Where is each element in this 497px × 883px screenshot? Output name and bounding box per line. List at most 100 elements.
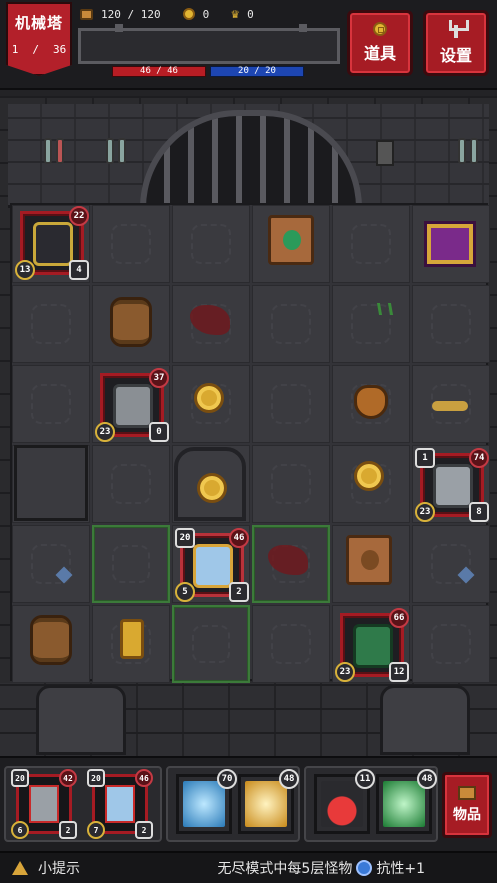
hp-badge: 20 bbox=[11, 769, 29, 787]
mp-bar: 20 / 20 bbox=[210, 66, 304, 77]
armor-badge: 4 bbox=[69, 260, 89, 280]
board-tile[interactable] bbox=[412, 605, 490, 683]
board-tile[interactable] bbox=[172, 205, 250, 283]
scroll-icon[interactable] bbox=[346, 535, 392, 585]
skill-badge: 11 bbox=[355, 769, 375, 789]
level-badge: 6 bbox=[11, 821, 29, 839]
stamina-value: 120 / 120 bbox=[101, 7, 161, 21]
board-tile[interactable] bbox=[252, 445, 330, 523]
barrel-icon[interactable] bbox=[110, 297, 152, 347]
boot-icon bbox=[80, 8, 93, 20]
coin-icon bbox=[373, 22, 387, 36]
barrel-icon[interactable] bbox=[30, 615, 72, 665]
party-member-gray-warrior[interactable]: 20 42 6 2 bbox=[11, 769, 77, 839]
blue-priestess-sprite bbox=[105, 785, 135, 823]
gold-coin-icon[interactable] bbox=[194, 383, 224, 413]
gold-stat: 0 bbox=[182, 7, 210, 21]
hp-badge: 20 bbox=[87, 769, 105, 787]
ice-lightning-skill[interactable]: 70 bbox=[176, 769, 237, 834]
attack-badge: 74 bbox=[469, 448, 489, 468]
board-tile[interactable] bbox=[332, 205, 410, 283]
top-hud: 机械塔 1 / 36 120 / 120 0 ♛ 0 46 / 46 20 / bbox=[0, 0, 497, 90]
coin-icon bbox=[182, 8, 195, 20]
board-tile[interactable] bbox=[92, 205, 170, 283]
pipe-icon bbox=[44, 138, 52, 164]
party-group: 20 42 6 2 20 46 7 2 bbox=[4, 766, 162, 842]
treasure-chest-icon[interactable] bbox=[424, 221, 476, 267]
tip-text: 无尽模式中每5层怪物 bbox=[217, 861, 353, 877]
green-orc-sprite bbox=[353, 624, 393, 668]
armored-robot-sprite bbox=[433, 464, 473, 508]
message-panel bbox=[78, 24, 340, 64]
board-tile-highlighted[interactable] bbox=[172, 605, 250, 683]
gold-coin-icon[interactable] bbox=[354, 461, 384, 491]
board-tile[interactable] bbox=[92, 445, 170, 523]
ghost-knight-sprite bbox=[33, 222, 73, 266]
board-tile[interactable] bbox=[412, 525, 490, 603]
hp-badge: 20 bbox=[175, 528, 195, 548]
ice-lightning-icon bbox=[183, 781, 225, 827]
items-button[interactable]: 道具 bbox=[347, 10, 413, 76]
pipe-icon bbox=[106, 138, 114, 164]
hero-girl-sprite bbox=[193, 544, 233, 588]
money-bag-icon[interactable] bbox=[354, 385, 388, 419]
resource-stats: 120 / 120 0 ♛ 0 bbox=[80, 6, 276, 22]
stone-pillar bbox=[36, 685, 126, 755]
tip-bar: 小提示 无尽模式中每5层怪物 抗性+1 bbox=[0, 851, 497, 883]
sprout-icon bbox=[376, 303, 394, 315]
shrine-altar[interactable] bbox=[174, 447, 246, 521]
attack-badge: 37 bbox=[149, 368, 169, 388]
resist-icon bbox=[356, 860, 373, 876]
green-vortex-icon bbox=[383, 781, 425, 827]
pipe-icon bbox=[458, 138, 466, 164]
floor-total: 36 bbox=[53, 43, 67, 56]
board-tile[interactable] bbox=[12, 525, 90, 603]
crown-stat: ♛ 0 bbox=[231, 7, 253, 22]
green-orc-enemy[interactable]: 66 23 12 bbox=[335, 608, 409, 682]
board-tile-highlighted[interactable] bbox=[92, 525, 170, 603]
armored-robot-enemy[interactable]: 1 74 23 8 bbox=[415, 448, 489, 522]
ghost-knight-enemy[interactable]: 22 13 4 bbox=[15, 206, 89, 280]
party-member-blue-priestess[interactable]: 20 46 7 2 bbox=[87, 769, 153, 839]
gold-ingot-icon[interactable] bbox=[120, 619, 144, 659]
board-tile[interactable] bbox=[12, 365, 90, 443]
holy-cross-skill[interactable]: 48 bbox=[238, 769, 299, 834]
red-potion-icon bbox=[321, 781, 363, 827]
attack-badge: 22 bbox=[69, 206, 89, 226]
gray-warrior-sprite bbox=[29, 785, 59, 823]
board-tile[interactable] bbox=[412, 285, 490, 363]
armor-badge: 8 bbox=[469, 502, 489, 522]
key-icon[interactable] bbox=[432, 401, 468, 411]
tower-banner: 机械塔 1 / 36 bbox=[6, 2, 72, 76]
skill-group-b: 11 48 bbox=[304, 766, 438, 842]
attack-badge: 46 bbox=[135, 769, 153, 787]
floor-indicator: 1 / 36 bbox=[12, 43, 67, 56]
settings-button[interactable]: 设置 bbox=[423, 10, 489, 76]
board-tile[interactable] bbox=[252, 365, 330, 443]
tip-label: 小提示 bbox=[38, 861, 80, 877]
skill-badge: 48 bbox=[417, 769, 437, 789]
attack-badge: 66 bbox=[389, 608, 409, 628]
board-tile[interactable] bbox=[332, 285, 410, 363]
goods-button[interactable]: 物品 bbox=[442, 772, 492, 838]
crown-value: 0 bbox=[247, 7, 254, 21]
scroll-icon[interactable] bbox=[268, 215, 314, 265]
portcullis-gate[interactable] bbox=[140, 110, 362, 208]
pipe-icon bbox=[56, 138, 64, 164]
green-vortex-skill[interactable]: 48 bbox=[376, 769, 437, 834]
control-panel-machine[interactable] bbox=[14, 445, 88, 521]
gray-robot-enemy[interactable]: 37 23 0 bbox=[95, 368, 169, 442]
stone-pillar bbox=[380, 685, 470, 755]
gold-value: 0 bbox=[202, 7, 210, 21]
red-potion-skill[interactable]: 11 bbox=[314, 769, 375, 834]
hero-girl-player[interactable]: 20 46 5 2 bbox=[175, 528, 249, 602]
skill-group-a: 70 48 bbox=[166, 766, 300, 842]
gray-robot-sprite bbox=[113, 384, 153, 428]
level-badge: 23 bbox=[95, 422, 115, 442]
floor-current: 1 bbox=[11, 43, 19, 56]
board-tile[interactable] bbox=[252, 285, 330, 363]
board-tile[interactable] bbox=[252, 605, 330, 683]
party-bar: 20 42 6 2 20 46 7 2 70 48 11 48 物品 bbox=[0, 756, 497, 851]
board-tile[interactable] bbox=[12, 285, 90, 363]
attack-badge: 46 bbox=[229, 528, 249, 548]
